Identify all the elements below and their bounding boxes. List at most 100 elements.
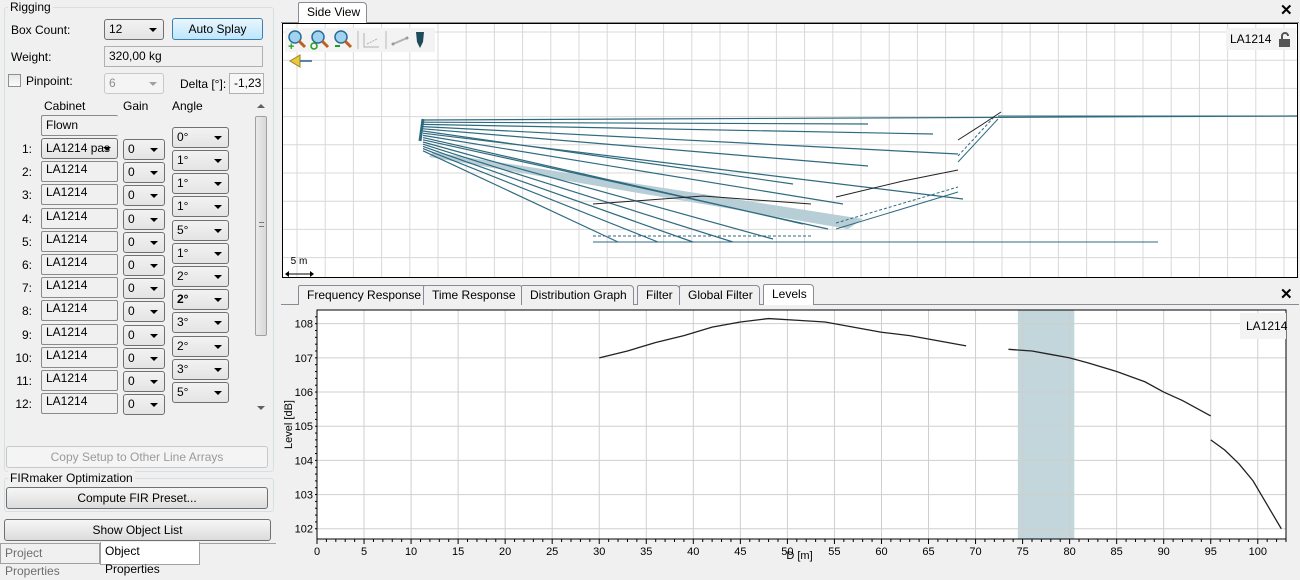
tab-global-filter[interactable]: Global Filter <box>679 285 760 305</box>
cabinet-field[interactable]: LA1214 <box>41 230 118 252</box>
angle-value: 3° <box>177 315 189 330</box>
scrollbar-thumb[interactable] <box>255 116 267 336</box>
angle-select[interactable]: 3° <box>172 358 229 380</box>
tab-side-view[interactable]: Side View <box>298 2 368 24</box>
back-arrow-icon[interactable] <box>289 54 313 68</box>
chevron-down-icon <box>150 403 158 408</box>
cabinet-column-header: Cabinet <box>44 99 86 113</box>
chevron-down-icon <box>103 147 111 151</box>
cabinet-select[interactable]: LA1214 pas <box>41 138 118 159</box>
y-tick-label: 103 <box>295 490 313 502</box>
gain-column-header: Gain <box>123 99 149 113</box>
compute-fir-preset-button[interactable]: Compute FIR Preset... <box>6 487 268 509</box>
gain-value: 0 <box>128 304 135 319</box>
angle-select-0[interactable]: 0° <box>172 127 229 148</box>
angle-select[interactable]: 1° <box>172 196 229 218</box>
gain-select[interactable]: 0 <box>123 255 165 276</box>
cabinet-field[interactable]: LA1214 <box>41 277 118 299</box>
box-count-select[interactable]: 12 <box>104 19 164 40</box>
chevron-down-icon <box>214 182 222 187</box>
cabinet-field[interactable]: LA1214 <box>41 254 118 275</box>
y-tick-label: 102 <box>295 524 313 536</box>
speaker-icon[interactable] <box>416 32 424 48</box>
box-count-value: 12 <box>109 22 123 36</box>
zoom-in-icon[interactable]: + <box>288 30 307 52</box>
gain-select[interactable]: 0 <box>123 162 165 184</box>
chevron-down-icon <box>149 82 157 86</box>
tab-levels[interactable]: Levels <box>763 284 814 306</box>
x-tick-label: 65 <box>922 546 934 558</box>
lock-open-icon[interactable] <box>1278 32 1292 48</box>
x-tick-label: 10 <box>405 546 417 558</box>
chevron-down-icon <box>149 28 157 32</box>
scale-label: 5 m <box>290 256 308 267</box>
pinpoint-checkbox[interactable] <box>8 74 21 87</box>
row-number: 12: <box>15 397 32 412</box>
cabinet-field[interactable]: LA1214 <box>41 370 118 391</box>
show-object-list-button[interactable]: Show Object List <box>4 519 271 541</box>
gain-select[interactable]: 0 <box>123 301 165 323</box>
angle-select[interactable]: 1° <box>172 150 229 171</box>
gain-select[interactable]: 0 <box>123 231 165 253</box>
gain-select[interactable]: 0 <box>123 371 165 392</box>
measure-icon <box>391 36 409 46</box>
gain-select[interactable]: 0 <box>123 394 165 416</box>
cabinet-value: LA1214 pas <box>46 141 111 155</box>
tab-time-response[interactable]: Time Response <box>423 285 523 305</box>
gain-value: 0 <box>128 234 135 249</box>
chevron-down-icon <box>150 217 158 222</box>
angle-select[interactable]: 3° <box>172 312 229 334</box>
tab-object-properties[interactable]: Object Properties <box>100 542 200 576</box>
angle-select[interactable]: 2° <box>172 289 229 311</box>
angle-select[interactable]: 1° <box>172 242 229 264</box>
gain-select[interactable]: 0 <box>123 139 165 160</box>
x-tick-label: 35 <box>640 546 652 558</box>
levels-chart[interactable]: 0 5 10 15 20 25 30 35 40 45 50 55 60 65 70 75 80 85 90 95 10… <box>282 305 1298 563</box>
zoom-out-icon[interactable] <box>334 30 353 49</box>
scale-arrow-icon <box>285 271 314 277</box>
x-tick-label: 90 <box>1158 546 1170 558</box>
scroll-up-icon[interactable] <box>257 104 265 108</box>
close-side-view-icon[interactable]: ✕ <box>1280 3 1293 18</box>
y-tick-label: 105 <box>295 421 313 433</box>
gain-select[interactable]: 0 <box>123 278 165 300</box>
angle-select[interactable]: 5° <box>172 219 229 241</box>
tab-filter[interactable]: Filter <box>637 285 680 305</box>
close-analysis-icon[interactable]: ✕ <box>1280 287 1293 302</box>
cabinet-field[interactable]: LA1214 <box>41 393 118 415</box>
gain-select[interactable]: 0 <box>123 324 165 346</box>
row-number: 6: <box>21 258 32 272</box>
y-axis-label: Level [dB] <box>283 400 295 449</box>
cabinet-list-scrollbar[interactable] <box>254 100 268 415</box>
gain-select[interactable]: 0 <box>123 347 165 369</box>
cabinet-field[interactable]: LA1214 <box>41 161 118 183</box>
cabinet-field[interactable]: LA1214 <box>41 323 118 345</box>
tab-distribution-graph[interactable]: Distribution Graph <box>521 285 634 305</box>
tab-frequency-response[interactable]: Frequency Response <box>298 285 429 305</box>
cabinet-field[interactable]: LA1214 <box>41 346 118 368</box>
angle-select[interactable]: 2° <box>172 335 229 357</box>
cabinet-field[interactable]: LA1214 <box>41 300 118 322</box>
chevron-down-icon <box>214 228 222 233</box>
chevron-down-icon <box>214 136 222 140</box>
chevron-down-icon <box>150 148 158 152</box>
x-tick-label: 70 <box>969 546 981 558</box>
tab-project-properties[interactable]: Project Properties <box>0 544 100 578</box>
delta-field[interactable]: -1,23 <box>229 73 264 94</box>
gain-select[interactable]: 0 <box>123 208 165 230</box>
ray-line <box>422 126 959 155</box>
x-tick-label: 45 <box>734 546 746 558</box>
x-tick-label: 40 <box>687 546 699 558</box>
zoom-fit-icon[interactable] <box>310 30 330 50</box>
gain-select[interactable]: 0 <box>123 185 165 207</box>
cabinet-field[interactable]: LA1214 <box>41 184 118 206</box>
angle-select[interactable]: 1° <box>172 173 229 195</box>
chevron-down-icon <box>214 367 222 372</box>
scroll-down-icon[interactable] <box>257 406 265 410</box>
side-view-canvas[interactable]: + LA1214 5 m <box>282 23 1298 278</box>
angle-select[interactable]: 2° <box>172 266 229 287</box>
angle-select[interactable]: 5° <box>172 382 229 403</box>
cabinet-field[interactable]: LA1214 <box>41 207 118 229</box>
auto-splay-button[interactable]: Auto Splay <box>172 18 263 40</box>
ray-line <box>422 148 659 243</box>
